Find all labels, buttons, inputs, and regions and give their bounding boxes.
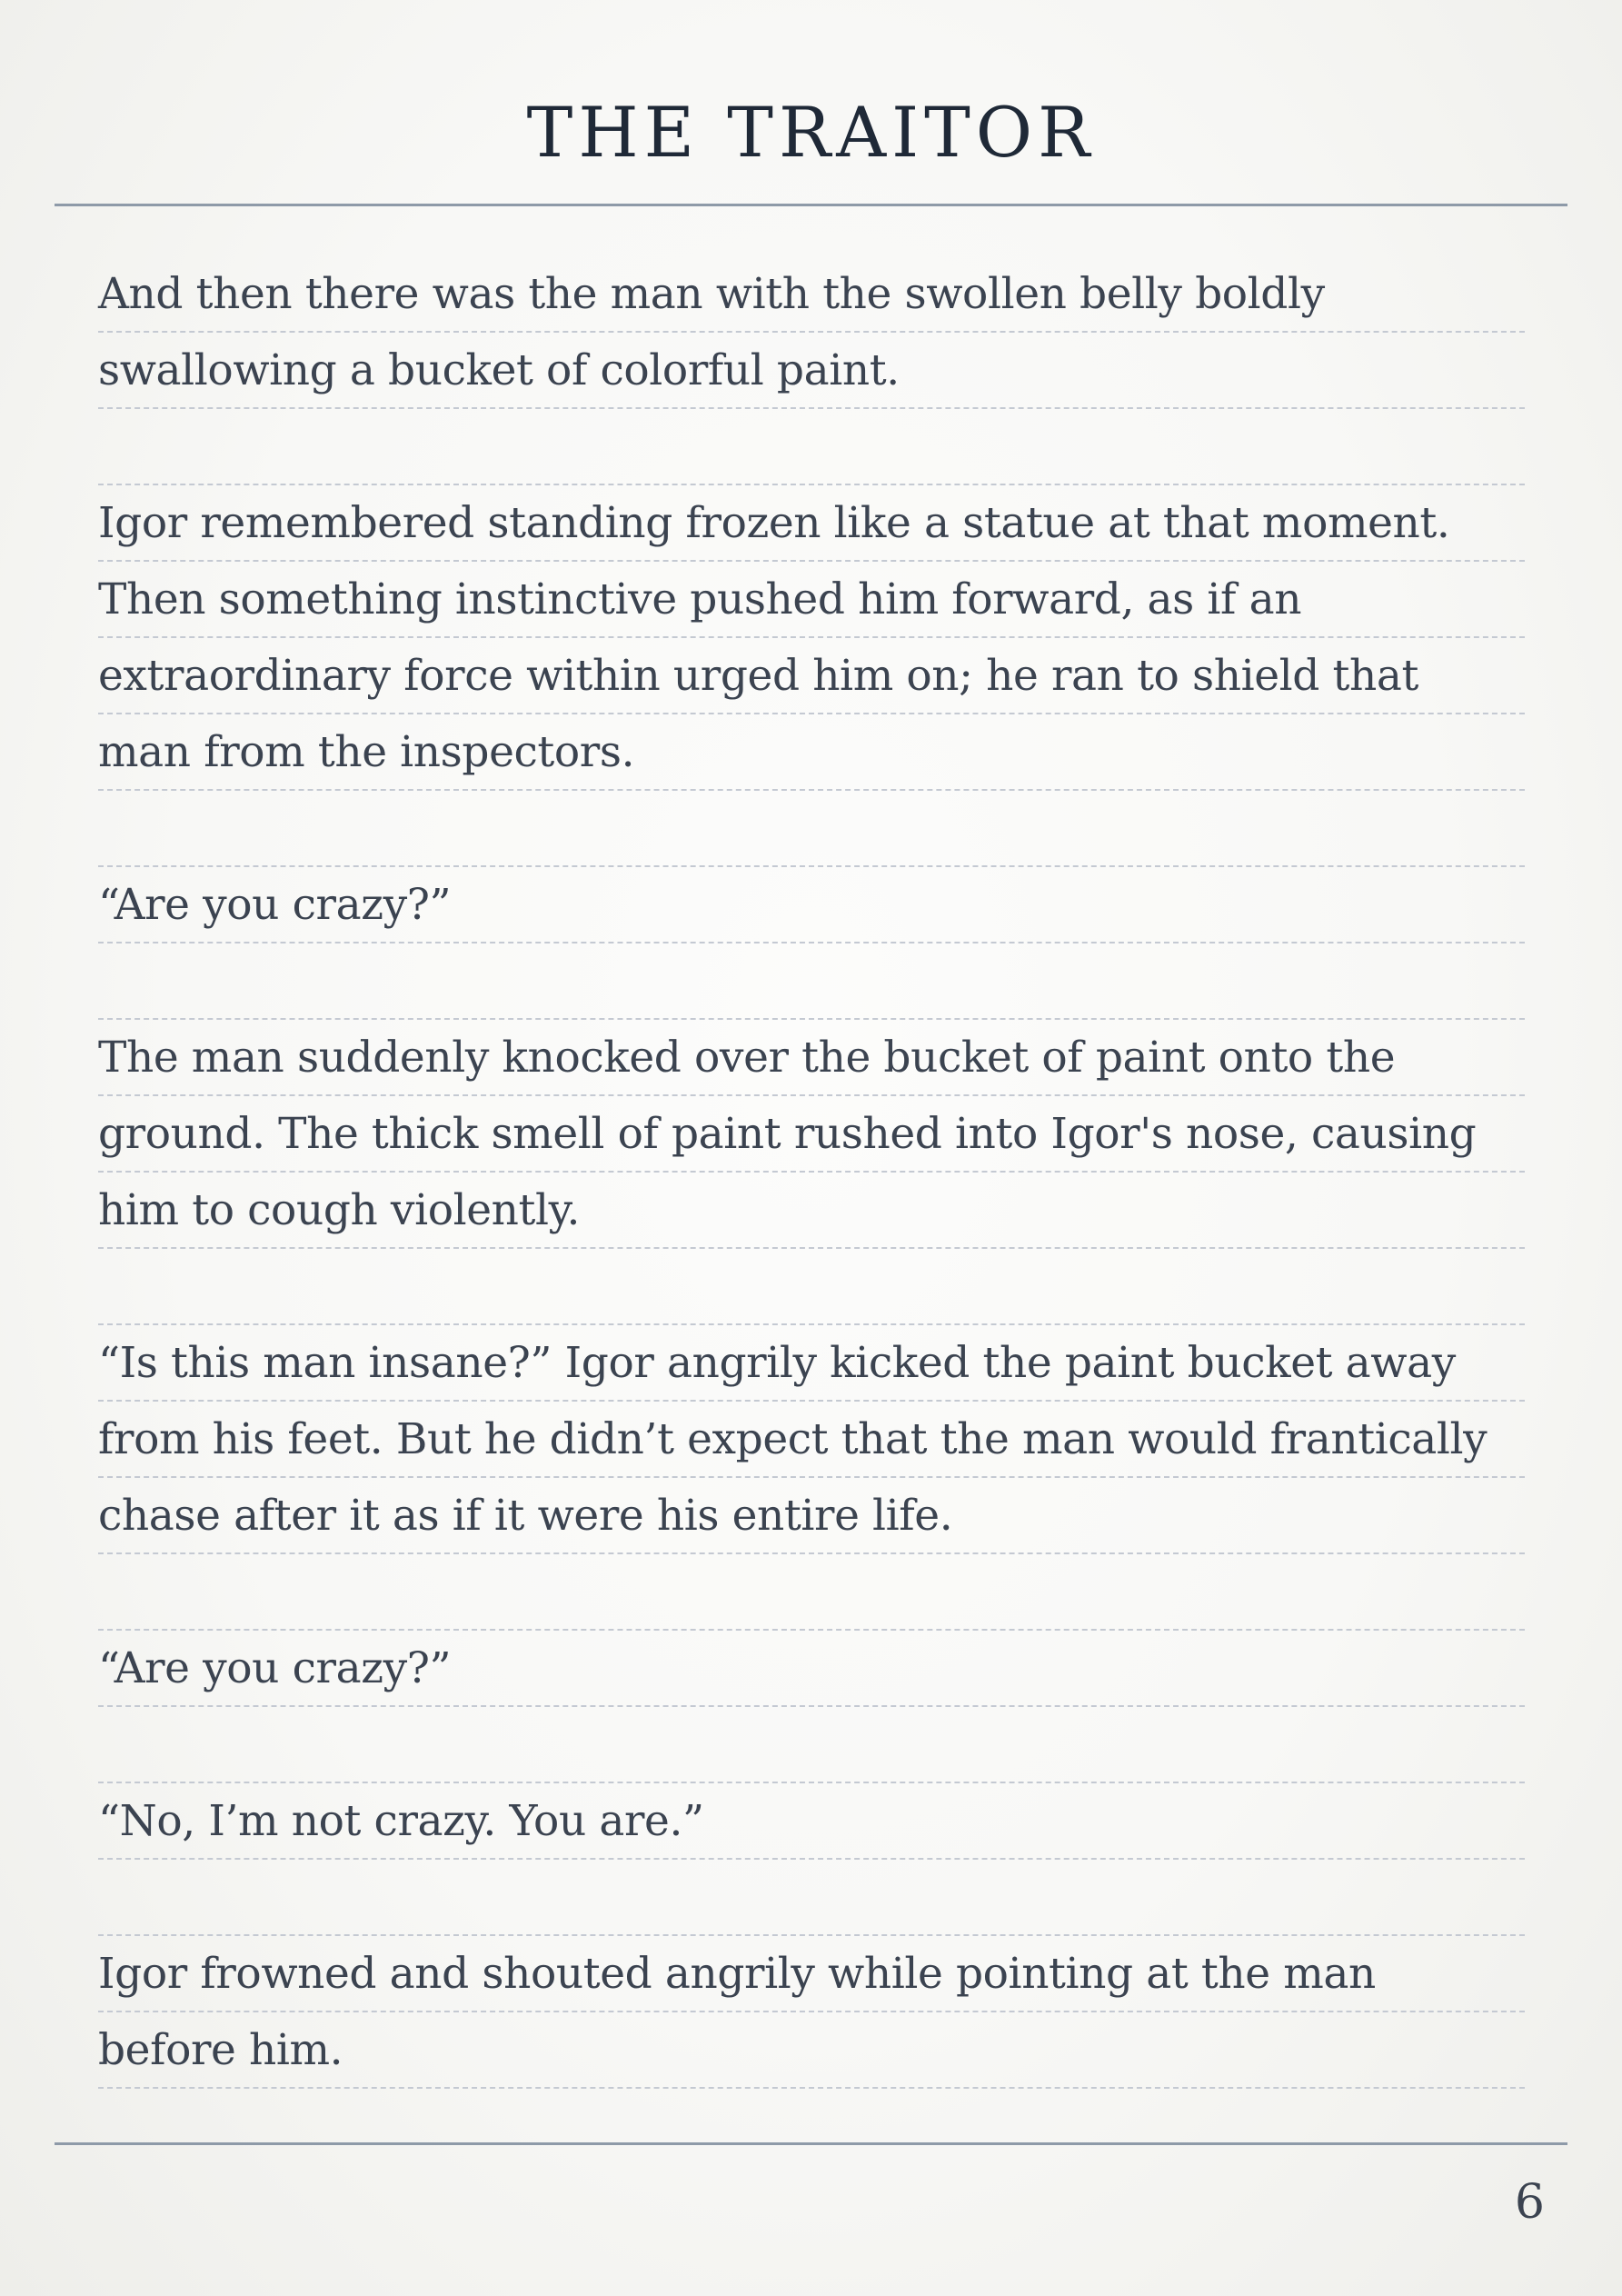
text-line: him to cough violently.: [98, 1173, 1525, 1249]
text-line: The man suddenly knocked over the bucket…: [98, 1020, 1525, 1096]
text-line: ground. The thick smell of paint rushed …: [98, 1096, 1525, 1173]
text-line: man from the inspectors.: [98, 714, 1525, 791]
blank-line: [98, 1707, 1525, 1783]
text-line: Then something instinctive pushed him fo…: [98, 562, 1525, 638]
text-line: chase after it as if it were his entire …: [98, 1478, 1525, 1554]
blank-line: [98, 943, 1525, 1020]
text-line: “Is this man insane?” Igor angrily kicke…: [98, 1325, 1525, 1402]
body-text: And then there was the man with the swol…: [98, 256, 1525, 2089]
text-line: Igor frowned and shouted angrily while p…: [98, 1936, 1525, 2012]
blank-line: [98, 1554, 1525, 1631]
footer-divider: [55, 2142, 1567, 2145]
text-line: from his feet. But he didn’t expect that…: [98, 1402, 1525, 1478]
blank-line: [98, 409, 1525, 485]
blank-line: [98, 1860, 1525, 1936]
chapter-title: THE TRAITOR: [526, 92, 1096, 173]
text-line: “Are you crazy?”: [98, 1631, 1525, 1707]
page-number: 6: [1514, 2175, 1545, 2230]
text-line: “No, I’m not crazy. You are.”: [98, 1783, 1525, 1860]
text-line: And then there was the man with the swol…: [98, 256, 1525, 333]
book-page: THE TRAITOR And then there was the man w…: [0, 0, 1622, 2296]
text-line: Igor remembered standing frozen like a s…: [98, 485, 1525, 562]
text-line: before him.: [98, 2012, 1525, 2089]
text-line: extraordinary force within urged him on;…: [98, 638, 1525, 714]
blank-line: [98, 1249, 1525, 1325]
blank-line: [98, 791, 1525, 867]
text-line: “Are you crazy?”: [98, 867, 1525, 943]
header-divider: [55, 204, 1567, 206]
text-line: swallowing a bucket of colorful paint.: [98, 333, 1525, 409]
